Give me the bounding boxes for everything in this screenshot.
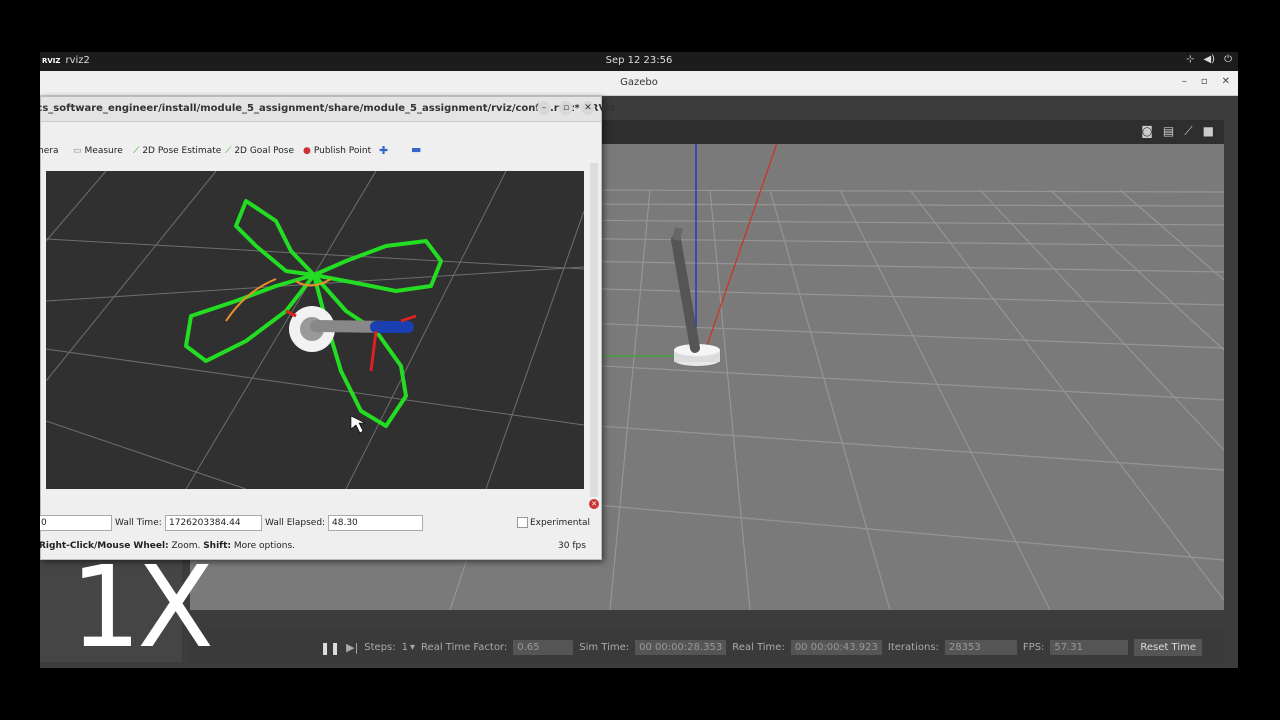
rviz-view-scrollbar[interactable]	[590, 163, 598, 497]
fps-value: 57.31	[1050, 640, 1129, 655]
camera-tool[interactable]: mera	[40, 146, 59, 156]
rviz-maximize-button[interactable]: ▫	[559, 101, 573, 115]
experimental-checkbox[interactable]	[517, 517, 528, 528]
minimize-button[interactable]: –	[1182, 76, 1187, 87]
wall-time-field[interactable]: 1726203384.44	[165, 515, 262, 531]
pose-arrow-icon: ⟋	[133, 146, 140, 156]
goal-pose-tool[interactable]: ⟋ 2D Goal Pose	[225, 146, 294, 156]
add-tool-button[interactable]: ✚	[379, 144, 388, 157]
rviz-scene	[46, 171, 584, 489]
camera-icon[interactable]: ◙	[1141, 124, 1153, 139]
steps-dropdown-icon[interactable]: ▾	[410, 642, 415, 653]
record-icon[interactable]: ▤	[1163, 124, 1174, 139]
iterations-label: Iterations:	[887, 642, 939, 653]
publish-tool-label: Publish Point	[313, 146, 372, 156]
publish-point-tool[interactable]: ● Publish Point	[303, 146, 371, 156]
rviz-window-title: ics_software_engineer/install/module_5_a…	[40, 103, 616, 114]
rtf-label: Real Time Factor:	[421, 642, 508, 653]
pose-tool-label: 2D Pose Estimate	[142, 146, 222, 156]
sim-time-label: Sim Time:	[579, 642, 630, 653]
iterations-value: 28353	[944, 640, 1017, 655]
ruler-icon: ▭	[73, 146, 82, 156]
goal-tool-label: 2D Goal Pose	[234, 146, 295, 156]
reset-time-button[interactable]: Reset Time	[1134, 639, 1202, 656]
sim-time-value: 00 00:00:28.353	[635, 640, 727, 655]
remove-tool-button[interactable]: ▬	[411, 143, 421, 156]
network-icon[interactable]: ⊹	[1186, 54, 1194, 65]
camera-tool-label: mera	[40, 146, 59, 156]
pose-estimate-tool[interactable]: ⟋ 2D Pose Estimate	[133, 146, 221, 156]
rviz-title-bar: ics_software_engineer/install/module_5_a…	[40, 97, 615, 122]
maximize-button[interactable]: ▫	[1201, 76, 1208, 87]
hint-more-text: More options.	[230, 541, 296, 551]
ros-time-field[interactable]: 0	[40, 515, 112, 531]
pause-icon[interactable]: ❚❚	[320, 641, 340, 655]
power-icon[interactable]: ⏻	[1224, 54, 1232, 65]
rviz-toolbar: mera ▭Measure ⟋2D Pose Estimate ⟋2D Goal…	[40, 141, 601, 163]
panel-close-icon[interactable]: ✕	[589, 499, 599, 509]
gazebo-title-bar: Gazebo – ▫ ✕	[40, 71, 1238, 96]
rtf-value: 0.65	[513, 640, 574, 655]
fps-label: FPS:	[1022, 642, 1045, 653]
real-time-value: 00 00:00:43.923	[790, 640, 882, 655]
minus-icon: ▬	[411, 143, 422, 156]
steps-label: Steps:	[364, 642, 396, 653]
volume-icon[interactable]: ◀)	[1203, 54, 1215, 65]
wall-elapsed-label: Wall Elapsed:	[265, 518, 326, 528]
system-top-bar: RVIZ rviz2 Sep 12 23:56 ⊹ ◀) ⏻	[40, 52, 1238, 71]
goal-arrow-icon: ⟋	[225, 146, 232, 156]
steps-value[interactable]: 1	[402, 642, 408, 653]
wall-time-label: Wall Time:	[115, 518, 162, 528]
step-icon[interactable]: ▶|	[346, 641, 358, 654]
desktop: RVIZ rviz2 Sep 12 23:56 ⊹ ◀) ⏻ Gazebo – …	[40, 52, 1238, 668]
real-time-label: Real Time:	[732, 642, 785, 653]
rviz-minimize-button[interactable]: –	[537, 101, 551, 115]
system-tray[interactable]: ⊹ ◀) ⏻	[1186, 54, 1232, 65]
plus-icon: ✚	[379, 144, 389, 157]
measure-tool-label: Measure	[84, 146, 123, 156]
close-button[interactable]: ✕	[1222, 76, 1230, 87]
map-pin-icon: ●	[303, 146, 311, 156]
experimental-label: Experimental	[530, 518, 591, 528]
rviz-close-button[interactable]: ✕	[581, 101, 595, 115]
rviz-fps: 30 fps	[558, 541, 586, 551]
plot-icon[interactable]: ⟋	[1184, 124, 1192, 139]
wall-elapsed-field[interactable]: 48.30	[328, 515, 423, 531]
rviz-window: ics_software_engineer/install/module_5_a…	[40, 96, 615, 560]
rviz-3d-viewport[interactable]	[46, 171, 584, 489]
playback-speed-overlay: 1X	[70, 543, 214, 668]
clock[interactable]: Sep 12 23:56	[40, 55, 1238, 66]
gazebo-window-title: Gazebo	[620, 77, 658, 88]
video-icon[interactable]: ■	[1203, 124, 1214, 139]
measure-tool[interactable]: ▭ Measure	[73, 146, 123, 156]
gazebo-status-bar: ❚❚ ▶| Steps: 1 ▾ Real Time Factor: 0.65 …	[190, 630, 1224, 664]
